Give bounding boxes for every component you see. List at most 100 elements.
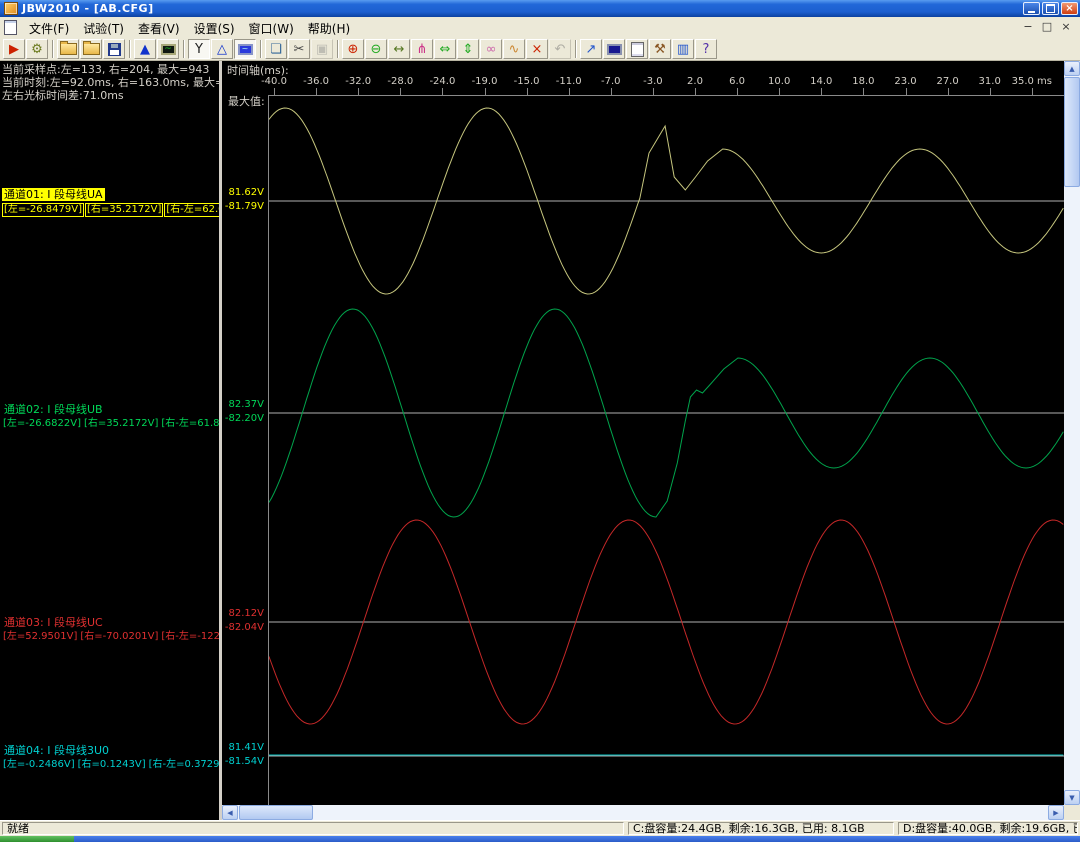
channel-04-title[interactable]: 通道04: I 段母线3U0	[2, 744, 111, 757]
time-tick-mark	[484, 88, 486, 95]
toolbar-separator	[52, 40, 54, 58]
channel-03-cursor-values: [左=52.9501V][右=-70.0201V][右-左=-122.9702V…	[2, 631, 219, 643]
start-button-edge[interactable]	[0, 836, 74, 842]
cursor-value: [右=35.2172V]	[83, 418, 159, 429]
time-tick-mark	[442, 88, 444, 95]
toolbar-separator	[129, 40, 131, 58]
channel-01-title[interactable]: 通道01: I 段母线UA	[2, 188, 105, 201]
scroll-up-icon[interactable]: ▲	[1064, 61, 1080, 76]
channel-04-cursor-values: [左=-0.2486V][右=0.1243V][右-左=0.3729V]	[2, 759, 219, 771]
save-icon[interactable]	[103, 39, 125, 59]
restore-button[interactable]	[1042, 2, 1059, 15]
time-tick-label: -3.0	[643, 76, 663, 87]
time-tick-label: 31.0	[978, 76, 1001, 87]
channel-block-03: 通道03: I 段母线UC [左=52.9501V] [右=-70.0201V] [右…	[2, 611, 219, 643]
zoom-in-icon[interactable]: ⊕	[342, 39, 364, 59]
settings-gears-icon[interactable]: ⚙	[26, 39, 48, 59]
channel-03-max-label: 82.12V	[228, 608, 264, 619]
time-tick-mark	[400, 88, 402, 95]
time-tick-mark	[274, 88, 275, 95]
time-tick-mark	[863, 88, 865, 95]
delete-icon[interactable]: ×	[526, 39, 548, 59]
time-tick-mark	[652, 88, 654, 95]
monitor-icon[interactable]	[603, 39, 625, 59]
menu-item-file[interactable]: 文件(F)	[22, 20, 76, 38]
minimize-icon	[1028, 10, 1035, 13]
cursor-value: [左=-26.8479V]	[2, 203, 84, 217]
delta-view-icon[interactable]: △	[211, 39, 233, 59]
menu-item-help[interactable]: 帮助(H)	[301, 20, 357, 38]
minimize-button[interactable]	[1023, 2, 1040, 15]
scroll-right-icon[interactable]: ▶	[1048, 805, 1064, 820]
time-tick-label: 14.0	[810, 76, 833, 87]
time-tick-label: -15.0	[513, 76, 540, 87]
menu-item-window[interactable]: 窗口(W)	[242, 20, 301, 38]
vertical-scrollbar[interactable]: ▲ ▼	[1064, 61, 1080, 805]
cursor-value: [右-左=-122.9702V]	[161, 631, 219, 642]
time-tick-mark	[905, 88, 907, 95]
toolbar-separator	[337, 40, 339, 58]
menu-bar: 文件(F) 试验(T) 查看(V) 设置(S) 窗口(W) 帮助(H) − □ ×	[0, 17, 1080, 38]
h-expand-icon[interactable]: ⇔	[434, 39, 456, 59]
link-cursors-icon[interactable]: ∞	[480, 39, 502, 59]
table-columns-icon[interactable]: ▥	[672, 39, 694, 59]
main-area: 当前采样点:左=133, 右=204, 最大=943 当前时刻:左=92.0ms,…	[0, 61, 1080, 820]
menu-item-test[interactable]: 试验(T)	[76, 20, 131, 38]
open-data-icon[interactable]	[80, 39, 102, 59]
export-page-icon[interactable]	[626, 39, 648, 59]
channel-03-min-label: -82.04V	[224, 622, 264, 633]
copy-icon[interactable]: ❏	[265, 39, 287, 59]
paste-icon: ▣	[311, 39, 333, 59]
mdi-window-controls: − □ ×	[1017, 19, 1074, 34]
report-chart-icon[interactable]: ↗	[580, 39, 602, 59]
menu-item-view[interactable]: 查看(V)	[131, 20, 187, 38]
document-icon	[4, 20, 17, 35]
horizontal-scroll-thumb[interactable]	[239, 805, 313, 820]
time-tick-label: -28.0	[387, 76, 414, 87]
scroll-left-icon[interactable]: ◀	[222, 805, 238, 820]
cursor-value: [右-左=61.8994V]	[161, 418, 219, 429]
wave-screen-icon[interactable]	[157, 39, 179, 59]
channel-03-title[interactable]: 通道03: I 段母线UC	[2, 616, 105, 629]
screen-view-icon[interactable]	[234, 39, 256, 59]
time-tick-label: 27.0	[936, 76, 959, 87]
sine-wave-icon[interactable]: ∿	[503, 39, 525, 59]
vertical-scroll-thumb[interactable]	[1064, 77, 1080, 187]
mdi-minimize-button[interactable]: −	[1020, 19, 1036, 34]
menu-items: 文件(F) 试验(T) 查看(V) 设置(S) 窗口(W) 帮助(H)	[22, 18, 357, 37]
horizontal-scrollbar[interactable]: ◀ ▶	[222, 805, 1064, 820]
save-icon-glyph	[107, 42, 121, 56]
time-tick-label: -7.0	[601, 76, 621, 87]
restore-icon	[1046, 4, 1055, 13]
open-file-icon[interactable]	[57, 39, 79, 59]
zoom-out-icon[interactable]: ⊖	[365, 39, 387, 59]
plot-area[interactable]	[268, 95, 1064, 805]
window-title: JBW2010 - [AB.CFG]	[22, 2, 154, 15]
title-bar[interactable]: JBW2010 - [AB.CFG] ×	[0, 0, 1080, 17]
cut-icon[interactable]: ✂	[288, 39, 310, 59]
taskbar-strip	[74, 836, 1080, 842]
time-tick-label: 6.0	[729, 76, 746, 87]
scroll-down-icon[interactable]: ▼	[1064, 790, 1080, 805]
tools-hammer-icon[interactable]: ⚒	[649, 39, 671, 59]
status-ready-text: 就绪	[2, 822, 624, 835]
v-expand-icon[interactable]: ⇕	[457, 39, 479, 59]
menu-item-settings[interactable]: 设置(S)	[187, 20, 242, 38]
close-button[interactable]: ×	[1061, 2, 1078, 15]
status-disk-c: C:盘容量:24.4GB, 剩余:16.3GB, 已用: 8.1GB	[628, 822, 894, 835]
time-tick-label: -11.0	[555, 76, 582, 87]
cursor-y-icon[interactable]: Y	[188, 39, 210, 59]
cursor-info: 当前采样点:左=133, 右=204, 最大=943 当前时刻:左=92.0ms,…	[2, 63, 219, 102]
time-tick-mark	[947, 88, 949, 95]
run-icon[interactable]: ▶	[3, 39, 25, 59]
h-compress-icon[interactable]: ↔	[388, 39, 410, 59]
help-icon[interactable]: ?	[695, 39, 717, 59]
time-tick-label: 10.0	[768, 76, 791, 87]
scrollbar-corner	[1064, 805, 1080, 820]
status-disk-d: D:盘容量:40.0GB, 剩余:19.6GB, 已用:20.5GB	[898, 822, 1078, 835]
channel-02-title[interactable]: 通道02: I 段母线UB	[2, 403, 105, 416]
mdi-close-button[interactable]: ×	[1058, 19, 1074, 34]
marker-triangle-icon[interactable]: ▲	[134, 39, 156, 59]
mdi-restore-button[interactable]: □	[1039, 19, 1055, 34]
split-channel-icon[interactable]: ⋔	[411, 39, 433, 59]
